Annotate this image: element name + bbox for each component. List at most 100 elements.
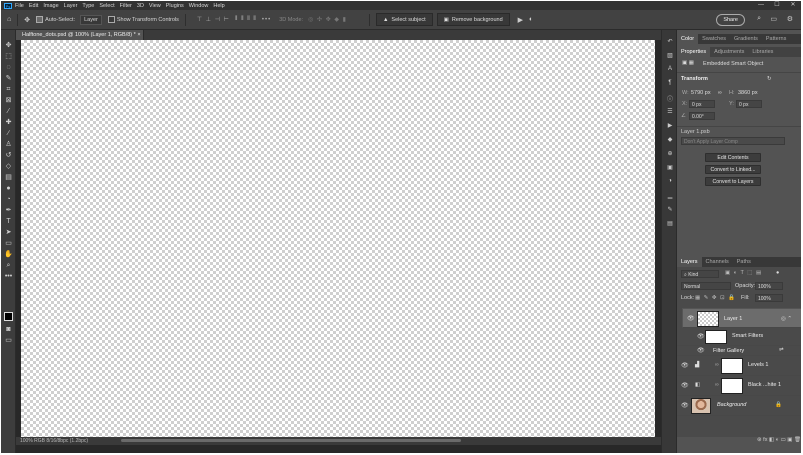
more-options-icon[interactable]: ••• (262, 17, 271, 23)
auto-select-checkbox[interactable] (36, 16, 44, 23)
home-icon[interactable]: ⌂ (7, 16, 11, 23)
timeline-icon[interactable]: ▤ (666, 220, 674, 227)
layer-row-filter-gallery[interactable]: 👁 Filter Gallery ⇌ (677, 346, 801, 356)
move-tool-icon[interactable]: ✥ (24, 16, 30, 24)
share-button[interactable]: Share (716, 14, 745, 26)
convert-to-linked-button[interactable]: Convert to Linked... (705, 165, 761, 174)
hand-tool-icon[interactable]: ✋ (4, 251, 13, 259)
visibility-eye-icon[interactable]: 👁 (687, 315, 695, 323)
frame-tool-icon[interactable]: ⊠ (4, 97, 13, 105)
healing-brush-icon[interactable]: ✚ (4, 119, 13, 127)
angle-field[interactable]: 0.00° (689, 112, 715, 120)
history-brush-icon[interactable]: ↺ (4, 152, 13, 160)
quick-selection-icon[interactable]: ✎ (4, 75, 13, 83)
move-tool-icon[interactable]: ✥ (4, 42, 13, 50)
layers-footer-icons[interactable]: ⊛ fx ◧ ◐ ▭ ▣ 🗑 (677, 437, 801, 445)
eyedropper-icon[interactable]: ⁄ (4, 108, 13, 116)
styles-icon[interactable]: ◆ (666, 136, 674, 143)
auto-select-target-dropdown[interactable]: Layer (80, 14, 102, 25)
visibility-eye-icon[interactable]: 👁 (697, 333, 705, 340)
quick-action-icon[interactable]: ▶ (518, 16, 523, 24)
paragraph-icon[interactable]: ¶ (666, 80, 674, 86)
tab-adjustments[interactable]: Adjustments (710, 47, 748, 57)
tab-layers[interactable]: Layers (677, 257, 702, 267)
histogram-icon[interactable]: ▁ (666, 192, 674, 199)
tool-presets-icon[interactable]: ▣ (666, 164, 674, 171)
clone-stamp-icon[interactable]: ♙ (4, 141, 13, 149)
discover-icon[interactable]: ⚙ (787, 15, 793, 23)
blur-tool-icon[interactable]: ● (4, 185, 13, 193)
layer-comps-icon[interactable]: ◑ (666, 178, 674, 184)
menu-layer[interactable]: Layer (64, 3, 78, 9)
tab-color[interactable]: Color (677, 34, 699, 44)
menu-select[interactable]: Select (99, 3, 114, 9)
menu-3d[interactable]: 3D (137, 3, 144, 9)
info-icon[interactable]: ⓘ (666, 94, 674, 103)
align-icons[interactable]: ⊤ ⊥ ⊣ ⊢ (197, 16, 230, 23)
close-button[interactable]: ✕ (785, 1, 801, 10)
filter-type-icons[interactable]: ▣ ◐ T ⬚ ▤ (725, 270, 762, 276)
convert-to-layers-button[interactable]: Convert to Layers (705, 177, 761, 186)
tab-paths[interactable]: Paths (733, 257, 755, 267)
maximize-button[interactable]: ☐ (769, 1, 785, 10)
foreground-color-swatch[interactable] (4, 312, 13, 321)
tab-properties[interactable]: Properties (677, 47, 711, 57)
visibility-eye-icon[interactable]: 👁 (697, 347, 705, 354)
layer-name[interactable]: Black ...hite 1 (748, 382, 781, 388)
zoom-tool-icon[interactable]: ⌕ (4, 262, 13, 270)
filter-gallery-label[interactable]: Filter Gallery (713, 348, 744, 354)
workspace-icon[interactable]: ▭ (770, 15, 777, 23)
blend-mode-dropdown[interactable]: Normal (681, 282, 731, 290)
screen-mode-icon[interactable]: ▭ (4, 337, 13, 345)
search-icon[interactable]: ⌕ (757, 15, 761, 23)
layer-comp-dropdown[interactable]: Don't Apply Layer Comp (681, 137, 785, 145)
layer-name[interactable]: Background (717, 402, 746, 408)
tab-patterns[interactable]: Patterns (762, 34, 790, 44)
layer-name[interactable]: Levels 1 (748, 362, 769, 368)
menu-type[interactable]: Type (82, 3, 94, 9)
visibility-eye-icon[interactable]: 👁 (681, 402, 689, 409)
history-icon[interactable]: ↶ (666, 38, 674, 45)
edit-contents-button[interactable]: Edit Contents (705, 153, 761, 162)
actions-icon[interactable]: ▶ (666, 122, 674, 129)
layer-row-background[interactable]: 👁 Background 🔒 (677, 396, 801, 416)
menu-file[interactable]: File (15, 3, 24, 9)
tab-gradients[interactable]: Gradients (730, 34, 762, 44)
y-field[interactable]: 0 px (736, 100, 762, 108)
visibility-eye-icon[interactable]: 👁 (681, 382, 689, 389)
brush-settings-icon[interactable]: ▧ (666, 52, 674, 59)
filter-toggle-icon[interactable]: ● (776, 270, 779, 276)
fill-field[interactable]: 100% (755, 294, 783, 302)
pen-tool-icon[interactable]: ✒ (4, 207, 13, 215)
character-icon[interactable]: A (666, 66, 674, 72)
brush-tool-icon[interactable]: ∕ (4, 130, 13, 138)
quick-mask-icon[interactable]: ◐ (529, 16, 533, 23)
opacity-field[interactable]: 100% (755, 282, 783, 290)
lasso-tool-icon[interactable]: ◌ (4, 64, 13, 72)
remove-background-button[interactable]: ▣ Remove background (436, 13, 510, 26)
dodge-tool-icon[interactable]: ◔ (4, 196, 13, 204)
kind-filter-dropdown[interactable]: ⌕ Kind (681, 270, 719, 278)
menu-filter[interactable]: Filter (120, 3, 132, 9)
quick-mask-mode-icon[interactable]: ◙ (4, 326, 13, 334)
menu-view[interactable]: View (149, 3, 161, 9)
menu-image[interactable]: Image (43, 3, 58, 9)
tab-channels[interactable]: Channels (702, 257, 733, 267)
minimize-button[interactable]: — (753, 1, 769, 10)
reset-transform-icon[interactable]: ↻ (767, 76, 772, 82)
blending-options-icon[interactable]: ⇌ (779, 347, 784, 353)
glyphs-icon[interactable]: ☰ (666, 108, 674, 115)
tab-swatches[interactable]: Swatches (698, 34, 730, 44)
layer-row-layer-1[interactable]: 👁 Layer 1 ◎ ⌃ (682, 308, 801, 328)
show-transform-checkbox[interactable] (107, 16, 115, 23)
crop-tool-icon[interactable]: ⌗ (4, 86, 13, 94)
select-subject-button[interactable]: ▲ Select subject (375, 13, 433, 26)
width-value[interactable]: 5790 px (691, 90, 711, 96)
layer-row-levels-1[interactable]: 👁 ▟ ∞ Levels 1 (677, 356, 801, 376)
notes-icon[interactable]: ✎ (666, 206, 674, 213)
menu-help[interactable]: Help (213, 3, 224, 9)
eraser-icon[interactable]: ◇ (4, 163, 13, 171)
menu-window[interactable]: Window (189, 3, 209, 9)
layer-row-black-white-1[interactable]: 👁 ◧ ∞ Black ...hite 1 (677, 376, 801, 396)
distribute-icons[interactable]: ⫴ ⫴ ⫴ ⫴ (235, 16, 257, 23)
